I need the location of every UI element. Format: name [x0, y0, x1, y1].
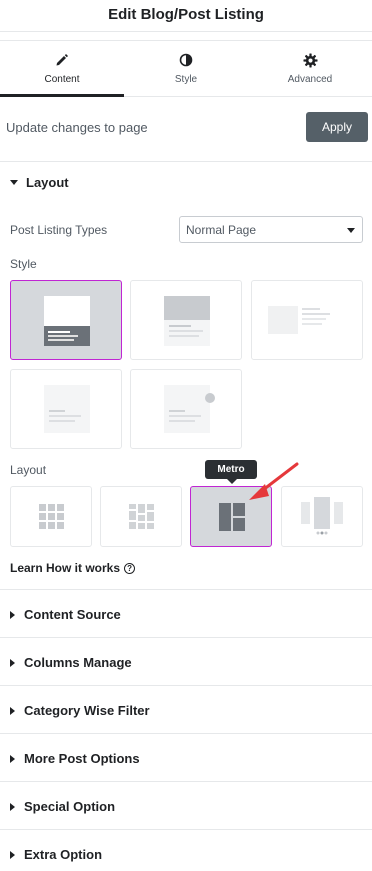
style-3-preview-icon	[268, 306, 330, 334]
divider	[0, 589, 372, 590]
post-listing-types-value: Normal Page	[186, 222, 257, 237]
panel-header: Edit Blog/Post Listing	[0, 0, 372, 32]
divider	[0, 733, 372, 734]
caret-right-icon	[10, 850, 15, 859]
style-option-1[interactable]	[10, 280, 122, 360]
section-title: Category Wise Filter	[24, 703, 150, 718]
style-option-4[interactable]	[10, 369, 122, 449]
style-option-3[interactable]	[251, 280, 363, 360]
caret-right-icon	[10, 658, 15, 667]
section-layout-title: Layout	[26, 175, 69, 190]
pencil-icon	[54, 52, 70, 68]
tab-bar: Content Style Advanced	[0, 40, 372, 97]
style-1-preview-icon	[44, 296, 90, 346]
post-listing-types-select[interactable]: Normal Page	[179, 216, 363, 243]
learn-label: Learn How it works	[10, 561, 121, 575]
update-text: Update changes to page	[6, 120, 148, 135]
section-more-post-options[interactable]: More Post Options	[10, 751, 140, 766]
style-option-2[interactable]	[130, 280, 242, 360]
section-layout-toggle[interactable]: Layout	[10, 175, 69, 190]
chevron-down-icon	[347, 228, 355, 233]
style-option-5[interactable]	[130, 369, 242, 449]
layout-label: Layout	[10, 463, 47, 477]
section-content-source[interactable]: Content Source	[10, 607, 121, 622]
divider	[0, 781, 372, 782]
tab-style-label: Style	[174, 74, 198, 85]
section-title: More Post Options	[24, 751, 140, 766]
contrast-icon	[178, 52, 194, 68]
tab-advanced-label: Advanced	[287, 74, 333, 85]
caret-right-icon	[10, 706, 15, 715]
tab-content[interactable]: Content	[0, 41, 124, 97]
style-4-preview-icon	[44, 385, 90, 433]
divider	[0, 637, 372, 638]
caret-down-icon	[10, 180, 18, 185]
section-columns-manage[interactable]: Columns Manage	[10, 655, 132, 670]
section-title: Extra Option	[24, 847, 103, 862]
help-circle-icon: ?	[124, 562, 136, 574]
caret-right-icon	[10, 610, 15, 619]
style-label: Style	[10, 257, 37, 271]
divider	[0, 829, 372, 830]
style-5-preview-icon	[164, 385, 215, 433]
style-2-preview-icon	[164, 296, 210, 346]
section-extra-option[interactable]: Extra Option	[10, 847, 102, 862]
caret-right-icon	[10, 754, 15, 763]
tab-content-label: Content	[44, 74, 80, 85]
divider	[0, 161, 372, 162]
divider	[0, 685, 372, 686]
grid-layout-icon	[39, 504, 64, 529]
section-category-wise-filter[interactable]: Category Wise Filter	[10, 703, 150, 718]
masonry-layout-icon	[129, 504, 154, 529]
layout-option-grid[interactable]	[10, 486, 92, 547]
section-title: Columns Manage	[24, 655, 132, 670]
section-special-option[interactable]: Special Option	[10, 799, 115, 814]
pointer-arrow-icon	[249, 462, 299, 500]
section-title: Special Option	[24, 799, 116, 814]
tab-style[interactable]: Style	[124, 41, 248, 96]
post-listing-types-label: Post Listing Types	[10, 223, 108, 237]
section-title: Content Source	[24, 607, 121, 622]
caret-right-icon	[10, 802, 15, 811]
learn-how-it-works-link[interactable]: Learn How it works ?	[10, 561, 136, 575]
apply-button[interactable]: Apply	[306, 112, 368, 142]
gear-icon	[302, 52, 318, 68]
tab-advanced[interactable]: Advanced	[248, 41, 372, 96]
update-row: Update changes to page Apply	[0, 112, 372, 144]
panel-title: Edit Blog/Post Listing	[108, 6, 264, 23]
layout-option-masonry[interactable]	[100, 486, 182, 547]
